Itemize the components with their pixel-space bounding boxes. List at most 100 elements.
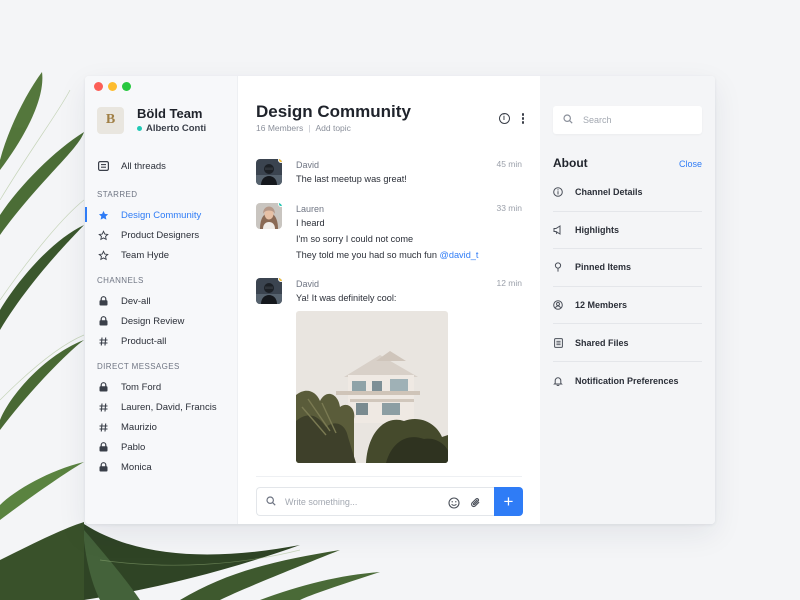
info-icon[interactable]: i	[498, 113, 510, 124]
channel-actions: i	[498, 113, 524, 124]
avatar[interactable]	[256, 278, 282, 304]
hash-icon	[97, 336, 109, 346]
lock-icon	[97, 462, 109, 472]
sidebar-item-label: All threads	[121, 160, 166, 172]
current-user: Alberto Conti	[137, 123, 206, 134]
about-item-highlights[interactable]: Highlights	[553, 212, 702, 250]
chat-panel: Design Community 16 Members | Add topic i …	[238, 76, 540, 524]
composer-divider	[256, 476, 522, 477]
about-item-channel-details[interactable]: Channel Details	[553, 174, 702, 212]
online-status-icon	[278, 203, 282, 207]
channel-title: Design Community	[256, 102, 411, 121]
close-window-button[interactable]	[94, 82, 103, 91]
lock-icon	[97, 296, 109, 306]
sidebar-item-team-hyde[interactable]: Team Hyde	[85, 245, 238, 265]
about-item-shared-files[interactable]: Shared Files	[553, 324, 702, 362]
sidebar-item-product-all[interactable]: Product-all	[85, 331, 238, 351]
user-circle-icon	[553, 300, 563, 310]
about-item-label: Pinned Items	[575, 262, 632, 273]
maximize-window-button[interactable]	[122, 82, 131, 91]
sidebar-item-maurizio[interactable]: Maurizio	[85, 417, 238, 437]
message-author[interactable]: David	[296, 278, 522, 290]
window-controls	[94, 82, 131, 91]
file-icon	[553, 337, 563, 348]
team-logo: B	[97, 106, 124, 134]
about-item-label: Channel Details	[575, 187, 643, 198]
about-item-pinned-items[interactable]: Pinned Items	[553, 249, 702, 287]
away-status-icon	[278, 278, 282, 282]
about-item-label: Highlights	[575, 224, 619, 235]
emoji-icon[interactable]	[448, 496, 460, 514]
info-circle-icon	[553, 187, 563, 198]
message-item: David 12 min Ya! It was definitely cool:	[256, 278, 522, 468]
sidebar-item-label: Pablo	[121, 441, 146, 453]
avatar[interactable]	[256, 203, 282, 229]
section-heading-direct-messages: DIRECT MESSAGES	[97, 362, 180, 371]
sidebar: B Böld Team Alberto Conti All threads ST…	[85, 76, 238, 524]
current-user-name: Alberto Conti	[146, 123, 207, 134]
search-icon	[563, 111, 573, 129]
sidebar-item-tom-ford[interactable]: Tom Ford	[85, 377, 238, 397]
threads-icon	[97, 161, 109, 171]
about-title: About	[553, 156, 588, 170]
channel-subtitle: 16 Members | Add topic	[256, 123, 351, 133]
lock-icon	[97, 382, 109, 392]
sidebar-item-design-community[interactable]: Design Community	[85, 205, 238, 225]
sidebar-item-monica[interactable]: Monica	[85, 457, 238, 477]
search-icon	[266, 493, 276, 511]
message-text: I heard	[296, 218, 325, 228]
away-status-icon	[278, 159, 282, 163]
megaphone-icon	[553, 224, 563, 235]
sidebar-item-label: Team Hyde	[121, 249, 170, 261]
message-time: 45 min	[496, 159, 522, 169]
message-author[interactable]: David	[296, 159, 522, 171]
message-time: 33 min	[496, 203, 522, 213]
team-name: Böld Team	[137, 106, 203, 121]
about-item-label: Shared Files	[575, 337, 629, 348]
online-status-icon	[137, 126, 142, 131]
message-text-with-mention: They told me you had so much fun @david_…	[296, 248, 522, 262]
message-author[interactable]: Lauren	[296, 203, 522, 215]
add-topic-link[interactable]: Add topic	[315, 123, 350, 133]
message-text: They told me you had so much fun	[296, 250, 437, 260]
sidebar-item-all-threads[interactable]: All threads	[85, 156, 238, 176]
message-image-attachment[interactable]	[296, 311, 448, 463]
sidebar-item-label: Dev-all	[121, 295, 151, 307]
attachment-icon[interactable]	[470, 496, 482, 514]
sidebar-item-pablo[interactable]: Pablo	[85, 437, 238, 457]
section-heading-channels: CHANNELS	[97, 276, 144, 285]
sidebar-item-dev-all[interactable]: Dev-all	[85, 291, 238, 311]
member-count[interactable]: 16 Members	[256, 123, 303, 133]
message-item: Lauren 33 min I heard I'm so sorry I cou…	[256, 203, 522, 267]
search-box	[553, 106, 702, 134]
close-about-button[interactable]: Close	[679, 159, 702, 169]
send-button[interactable]: +	[494, 487, 523, 516]
sidebar-item-design-review[interactable]: Design Review	[85, 311, 238, 331]
section-heading-starred: STARRED	[97, 190, 138, 199]
message-time: 12 min	[496, 278, 522, 288]
sidebar-item-product-designers[interactable]: Product Designers	[85, 225, 238, 245]
more-options-icon[interactable]	[521, 113, 524, 124]
about-item-members[interactable]: 12 Members	[553, 287, 702, 325]
app-window: B Böld Team Alberto Conti All threads ST…	[85, 76, 715, 524]
sidebar-item-label: Lauren, David, Francis	[121, 401, 217, 413]
lock-icon	[97, 442, 109, 452]
about-item-notification-preferences[interactable]: Notification Preferences	[553, 362, 702, 400]
sidebar-nav: All threads STARRED Design Community Pro…	[85, 156, 238, 477]
message-text: I'm so sorry I could not come	[296, 234, 414, 244]
star-filled-icon	[97, 210, 109, 221]
sidebar-item-lauren-david-francis[interactable]: Lauren, David, Francis	[85, 397, 238, 417]
avatar[interactable]	[256, 159, 282, 185]
about-item-label: Notification Preferences	[575, 375, 679, 386]
about-panel: About Close Channel Details Highlights P…	[540, 76, 715, 524]
message-input[interactable]	[285, 496, 435, 507]
team-header[interactable]: B Böld Team Alberto Conti	[97, 106, 206, 134]
search-input[interactable]	[583, 115, 693, 125]
hash-icon	[97, 422, 109, 432]
minimize-window-button[interactable]	[108, 82, 117, 91]
sidebar-item-label: Maurizio	[121, 421, 157, 433]
message-text: The last meetup was great!	[296, 174, 407, 184]
sidebar-item-label: Product-all	[121, 335, 167, 347]
user-mention-link[interactable]: @david_t	[440, 250, 479, 260]
message-item: David 45 min The last meetup was great!	[256, 159, 522, 193]
